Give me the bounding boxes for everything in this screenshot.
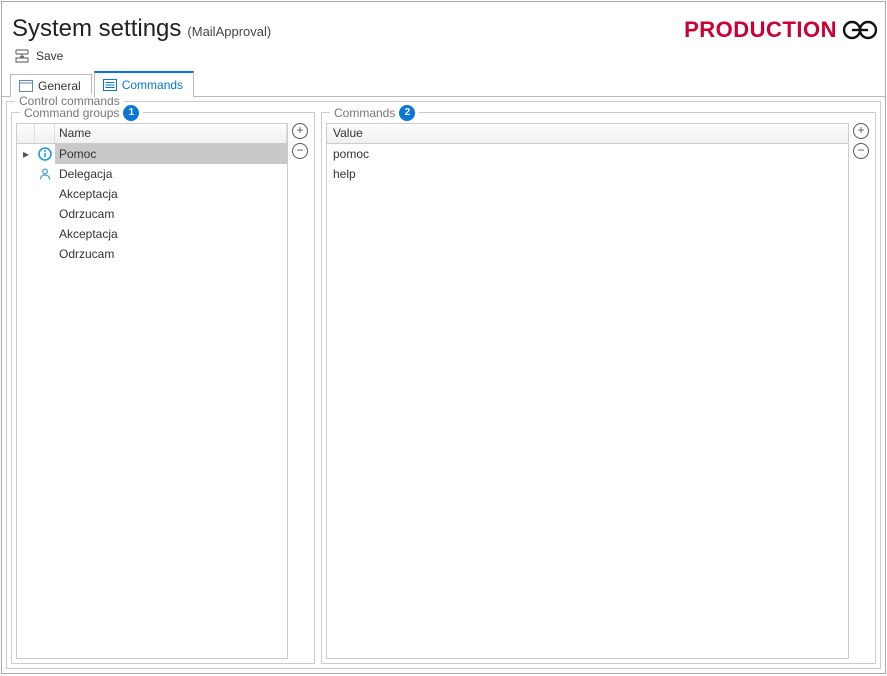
- row-name: Odrzucam: [59, 207, 114, 221]
- table-row[interactable]: Odrzucam: [17, 204, 287, 224]
- toolbar: Save: [2, 43, 885, 71]
- header-value-col: Value: [333, 126, 363, 140]
- table-row[interactable]: Odrzucam: [17, 244, 287, 264]
- logo-icon: [843, 19, 877, 41]
- table-row[interactable]: ▸ Pomoc: [17, 144, 287, 164]
- info-icon: [35, 147, 55, 161]
- command-groups-panel: Command groups 1 Name ▸PomocDelegacjaAkc…: [11, 112, 315, 664]
- commands-label: Commands 2: [330, 105, 419, 121]
- table-row[interactable]: pomoc: [327, 144, 848, 164]
- plus-icon: +: [296, 124, 303, 136]
- row-name: Akceptacja: [59, 227, 118, 241]
- row-name: Pomoc: [59, 147, 96, 161]
- control-commands-panel: Control commands Command groups 1 Name: [6, 101, 881, 669]
- page-frame: System settings (MailApproval) PRODUCTIO…: [1, 1, 886, 674]
- row-value: help: [333, 167, 356, 181]
- table-row[interactable]: Akceptacja: [17, 184, 287, 204]
- header: System settings (MailApproval) PRODUCTIO…: [2, 2, 885, 43]
- row-value: pomoc: [333, 147, 369, 161]
- commands-panel: Commands 2 Value pomochelp + −: [321, 112, 876, 664]
- inner-row: Command groups 1 Name ▸PomocDelegacjaAkc…: [11, 112, 876, 664]
- tab-commands-label: Commands: [122, 78, 183, 92]
- minus-icon: −: [857, 144, 864, 156]
- groups-grid-body: ▸ Pomoc Delegacja Akceptacja Odrzucam Akcepta…: [17, 144, 287, 658]
- form-icon: [19, 80, 33, 92]
- groups-grid[interactable]: Name ▸ Pomoc Delegacja Akceptacja Odrzucam Ak…: [16, 123, 288, 659]
- tabs: General Commands: [2, 71, 885, 97]
- minus-icon: −: [296, 144, 303, 156]
- environment-label: PRODUCTION: [684, 17, 837, 43]
- page-title: System settings: [12, 15, 181, 43]
- row-name-cell: Pomoc: [55, 144, 287, 164]
- tab-commands[interactable]: Commands: [94, 71, 194, 97]
- badge-2: 2: [399, 105, 415, 121]
- row-name-cell: Akceptacja: [55, 184, 287, 204]
- header-icon-col: [35, 124, 55, 143]
- row-name-cell: Delegacja: [55, 164, 287, 184]
- tab-general-label: General: [38, 79, 81, 93]
- save-button[interactable]: Save: [36, 49, 63, 63]
- row-name: Odrzucam: [59, 247, 114, 261]
- commands-grid-body: pomoc help: [327, 144, 848, 658]
- row-name: Delegacja: [59, 167, 112, 181]
- commands-side-buttons: + −: [851, 123, 871, 659]
- plus-icon: +: [857, 124, 864, 136]
- list-icon: [103, 79, 117, 91]
- row-name-cell: Odrzucam: [55, 244, 287, 264]
- groups-grid-header: Name: [17, 124, 287, 144]
- header-indicator-col: [17, 124, 35, 143]
- commands-grid[interactable]: Value pomoc help: [326, 123, 849, 659]
- remove-group-button[interactable]: −: [292, 143, 308, 159]
- commands-grid-header[interactable]: Value: [327, 124, 848, 144]
- table-row[interactable]: help: [327, 164, 848, 184]
- groups-side-buttons: + −: [290, 123, 310, 659]
- person-icon: [35, 167, 55, 181]
- row-indicator-icon: ▸: [17, 147, 35, 161]
- row-name-cell: Odrzucam: [55, 204, 287, 224]
- save-icon[interactable]: [14, 49, 30, 63]
- add-command-button[interactable]: +: [853, 123, 869, 139]
- badge-1: 1: [123, 105, 139, 121]
- command-groups-label: Command groups 1: [20, 105, 143, 121]
- header-name-col[interactable]: Name: [55, 124, 287, 143]
- add-group-button[interactable]: +: [292, 123, 308, 139]
- table-row[interactable]: Delegacja: [17, 164, 287, 184]
- row-name-cell: Akceptacja: [55, 224, 287, 244]
- table-row[interactable]: Akceptacja: [17, 224, 287, 244]
- row-name: Akceptacja: [59, 187, 118, 201]
- header-left: System settings (MailApproval): [12, 15, 271, 43]
- header-right: PRODUCTION: [684, 17, 877, 43]
- page-subtitle: (MailApproval): [187, 24, 271, 39]
- remove-command-button[interactable]: −: [853, 143, 869, 159]
